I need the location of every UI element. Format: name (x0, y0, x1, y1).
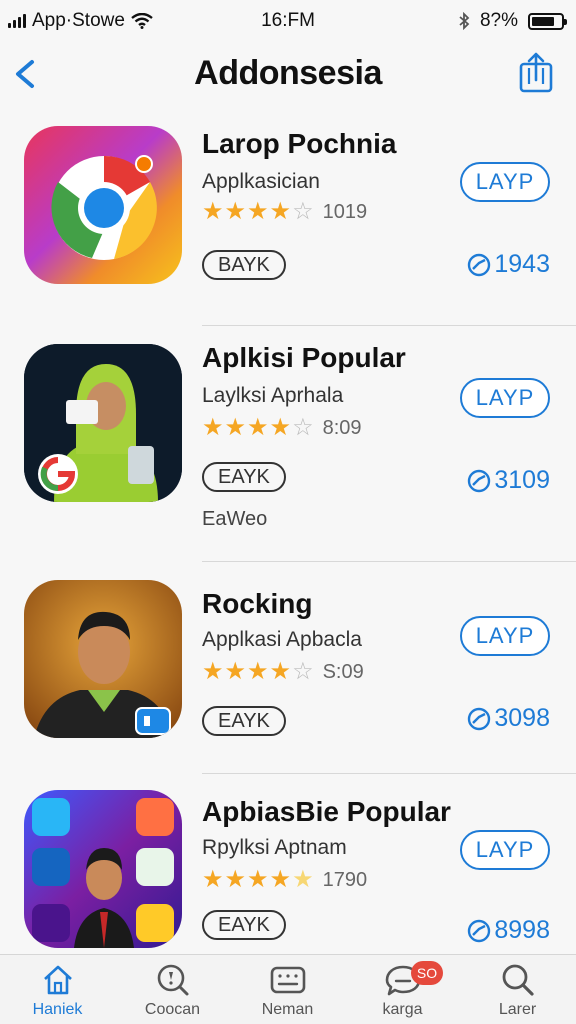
star-icon: ★ (269, 414, 292, 441)
search-icon (502, 964, 534, 996)
category-tag: EAYK (202, 462, 286, 492)
app-title: Aplkisi Popular (202, 342, 406, 373)
star-icon: ☆ (292, 658, 314, 685)
tab-home[interactable]: Haniek (0, 961, 115, 1019)
category-tag: EAYK (202, 910, 286, 940)
tab-label: Coocan (144, 1001, 201, 1018)
get-button[interactable]: LAYP (460, 830, 550, 870)
star-icon: ★ (247, 414, 269, 441)
tab-coocan[interactable]: Coocan (115, 961, 230, 1019)
app-title: Larop Pochnia (202, 128, 397, 159)
app-title: ApbiasBie Popular (202, 796, 451, 827)
share-button[interactable] (516, 50, 556, 94)
download-count: 8998 (466, 916, 550, 945)
app-subtitle: Applkasician (202, 170, 320, 193)
star-icon: ☆ (292, 198, 314, 225)
app-subtitle: Rpylksi Aptnam (202, 836, 347, 859)
get-button[interactable]: LAYP (460, 616, 550, 656)
list-item[interactable]: Aplkisi Popular Laylksi Aprhala ★ ★ ★ ★ … (0, 326, 576, 562)
star-icon: ★ (247, 658, 269, 685)
tab-larer[interactable]: Larer (460, 961, 575, 1019)
star-icon: ★ (202, 414, 224, 441)
tab-label: karga (382, 1001, 423, 1018)
download-count: 1943 (466, 250, 550, 279)
tab-label: Neman (261, 1001, 314, 1018)
page-title: Addonsesia (194, 54, 382, 92)
status-bar: App·Stowe 16:FM 8?% (0, 0, 576, 44)
category-tag: EAYK (202, 706, 286, 736)
download-count-value: 8998 (494, 916, 550, 944)
download-count-value: 3109 (494, 466, 550, 494)
tab-label: Larer (498, 1001, 537, 1018)
star-icon: ★ (269, 866, 292, 893)
star-icon: ★ (292, 866, 314, 893)
battery-icon (528, 12, 567, 30)
rating-count: S:09 (322, 660, 364, 683)
get-button[interactable]: LAYP (460, 378, 550, 418)
status-right: 8?% (458, 10, 567, 32)
share-icon (519, 52, 553, 93)
rating-count: 8:09 (322, 416, 362, 439)
notification-badge: SO (411, 961, 443, 985)
rating: ★ ★ ★ ★ ☆ S:09 (202, 660, 364, 684)
list-item[interactable]: Rocking Applkasi Apbacla ★ ★ ★ ★ ☆ S:09 … (0, 562, 576, 774)
star-icon: ★ (247, 198, 269, 225)
download-trend-icon (468, 919, 491, 942)
star-icon: ★ (224, 414, 247, 441)
star-icon: ★ (247, 866, 269, 893)
get-button[interactable]: LAYP (460, 162, 550, 202)
app-icon[interactable] (24, 344, 182, 502)
app-subtitle: Applkasi Apbacla (202, 628, 362, 651)
app-icon[interactable] (24, 580, 182, 738)
app-icon[interactable] (24, 790, 182, 948)
rating-count: 1019 (322, 200, 368, 223)
battery-percent: 8?% (479, 10, 518, 31)
list-item[interactable]: Larop Pochnia Applkasician ★ ★ ★ ★ ☆ 101… (0, 112, 576, 326)
rating-count: 1790 (322, 868, 368, 891)
download-count: 3098 (466, 704, 550, 733)
keyboard-icon (270, 966, 305, 994)
tab-neman[interactable]: Neman (230, 961, 345, 1019)
tab-karga[interactable]: SO karga (345, 961, 460, 1019)
download-trend-icon (468, 253, 491, 276)
category-tag: BAYK (202, 250, 286, 280)
tab-bar: Haniek Coocan Neman SO karga Larer (0, 954, 576, 1024)
download-trend-icon (468, 469, 491, 492)
star-icon: ★ (224, 658, 247, 685)
star-icon: ★ (269, 198, 292, 225)
rating: ★ ★ ★ ★ ☆ 8:09 (202, 416, 362, 440)
home-icon (43, 965, 72, 995)
list-item[interactable]: ApbiasBie Popular Rpylksi Aptnam ★ ★ ★ ★… (0, 774, 576, 954)
navigation-bar: Addonsesia (0, 44, 576, 104)
extra-label: EaWeo (202, 508, 268, 530)
star-icon: ★ (202, 198, 224, 225)
star-icon: ★ (202, 866, 224, 893)
star-icon: ★ (269, 658, 292, 685)
bluetooth-icon (459, 12, 470, 30)
download-count: 3109 (466, 466, 550, 495)
download-trend-icon (468, 707, 491, 730)
browser-app-icon[interactable] (24, 126, 182, 284)
rating: ★ ★ ★ ★ ★ 1790 (202, 868, 367, 892)
app-subtitle: Laylksi Aprhala (202, 384, 344, 407)
compass-search-icon (157, 964, 188, 996)
star-icon: ☆ (292, 414, 314, 441)
star-icon: ★ (224, 198, 247, 225)
app-title: Rocking (202, 588, 313, 619)
tab-label: Haniek (32, 1001, 83, 1018)
download-count-value: 3098 (494, 704, 550, 732)
star-icon: ★ (202, 658, 224, 685)
download-count-value: 1943 (494, 250, 550, 278)
rating: ★ ★ ★ ★ ☆ 1019 (202, 200, 367, 224)
star-icon: ★ (224, 866, 247, 893)
